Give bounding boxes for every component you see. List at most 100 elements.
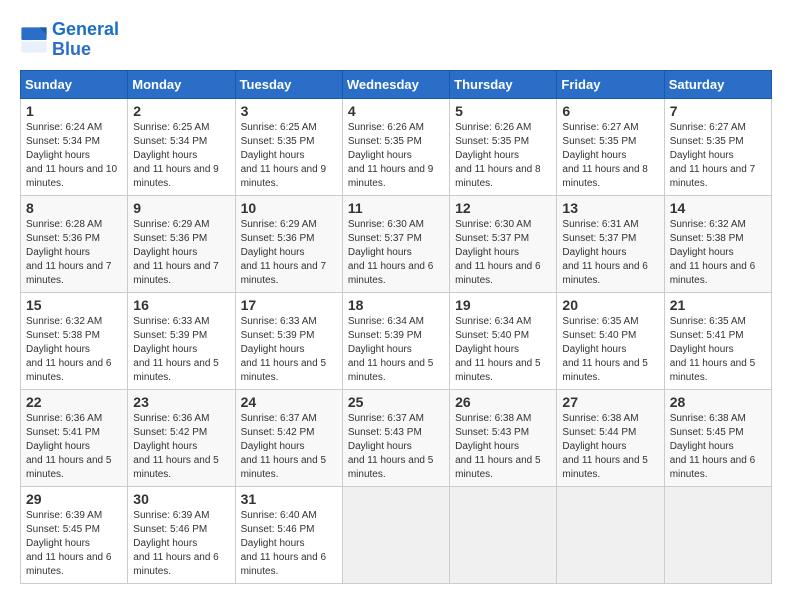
calendar-cell: 3 Sunrise: 6:25 AMSunset: 5:35 PMDayligh… <box>235 98 342 195</box>
calendar-cell: 21 Sunrise: 6:35 AMSunset: 5:41 PMDaylig… <box>664 292 771 389</box>
day-number: 5 <box>455 103 551 119</box>
day-header-friday: Friday <box>557 70 664 98</box>
day-number: 4 <box>348 103 444 119</box>
calendar-cell: 20 Sunrise: 6:35 AMSunset: 5:40 PMDaylig… <box>557 292 664 389</box>
cell-info: Sunrise: 6:33 AMSunset: 5:39 PMDaylight … <box>241 315 337 385</box>
day-number: 10 <box>241 200 337 216</box>
calendar-week-5: 29 Sunrise: 6:39 AMSunset: 5:45 PMDaylig… <box>21 486 772 583</box>
day-number: 19 <box>455 297 551 313</box>
day-number: 14 <box>670 200 766 216</box>
cell-info: Sunrise: 6:27 AMSunset: 5:35 PMDaylight … <box>562 121 658 191</box>
cell-info: Sunrise: 6:36 AMSunset: 5:42 PMDaylight … <box>133 412 229 482</box>
calendar-cell: 13 Sunrise: 6:31 AMSunset: 5:37 PMDaylig… <box>557 195 664 292</box>
day-number: 25 <box>348 394 444 410</box>
calendar-cell: 12 Sunrise: 6:30 AMSunset: 5:37 PMDaylig… <box>450 195 557 292</box>
calendar-cell <box>557 486 664 583</box>
calendar-cell: 16 Sunrise: 6:33 AMSunset: 5:39 PMDaylig… <box>128 292 235 389</box>
day-number: 2 <box>133 103 229 119</box>
day-number: 23 <box>133 394 229 410</box>
cell-info: Sunrise: 6:40 AMSunset: 5:46 PMDaylight … <box>241 509 337 579</box>
cell-info: Sunrise: 6:24 AMSunset: 5:34 PMDaylight … <box>26 121 122 191</box>
calendar-cell: 2 Sunrise: 6:25 AMSunset: 5:34 PMDayligh… <box>128 98 235 195</box>
day-number: 22 <box>26 394 122 410</box>
calendar-cell: 17 Sunrise: 6:33 AMSunset: 5:39 PMDaylig… <box>235 292 342 389</box>
day-number: 17 <box>241 297 337 313</box>
cell-info: Sunrise: 6:27 AMSunset: 5:35 PMDaylight … <box>670 121 766 191</box>
calendar-cell: 5 Sunrise: 6:26 AMSunset: 5:35 PMDayligh… <box>450 98 557 195</box>
calendar-cell: 6 Sunrise: 6:27 AMSunset: 5:35 PMDayligh… <box>557 98 664 195</box>
cell-info: Sunrise: 6:26 AMSunset: 5:35 PMDaylight … <box>348 121 444 191</box>
calendar-cell: 8 Sunrise: 6:28 AMSunset: 5:36 PMDayligh… <box>21 195 128 292</box>
cell-info: Sunrise: 6:28 AMSunset: 5:36 PMDaylight … <box>26 218 122 288</box>
logo-text: General Blue <box>52 20 119 60</box>
day-number: 31 <box>241 491 337 507</box>
day-number: 28 <box>670 394 766 410</box>
cell-info: Sunrise: 6:38 AMSunset: 5:44 PMDaylight … <box>562 412 658 482</box>
day-number: 24 <box>241 394 337 410</box>
calendar-cell: 26 Sunrise: 6:38 AMSunset: 5:43 PMDaylig… <box>450 389 557 486</box>
calendar-cell: 24 Sunrise: 6:37 AMSunset: 5:42 PMDaylig… <box>235 389 342 486</box>
day-number: 3 <box>241 103 337 119</box>
calendar-week-3: 15 Sunrise: 6:32 AMSunset: 5:38 PMDaylig… <box>21 292 772 389</box>
day-number: 21 <box>670 297 766 313</box>
cell-info: Sunrise: 6:32 AMSunset: 5:38 PMDaylight … <box>670 218 766 288</box>
logo: General Blue <box>20 20 119 60</box>
cell-info: Sunrise: 6:33 AMSunset: 5:39 PMDaylight … <box>133 315 229 385</box>
day-number: 8 <box>26 200 122 216</box>
calendar-week-4: 22 Sunrise: 6:36 AMSunset: 5:41 PMDaylig… <box>21 389 772 486</box>
day-number: 30 <box>133 491 229 507</box>
day-header-wednesday: Wednesday <box>342 70 449 98</box>
cell-info: Sunrise: 6:36 AMSunset: 5:41 PMDaylight … <box>26 412 122 482</box>
calendar-cell <box>342 486 449 583</box>
day-number: 11 <box>348 200 444 216</box>
calendar-cell: 14 Sunrise: 6:32 AMSunset: 5:38 PMDaylig… <box>664 195 771 292</box>
calendar-header: SundayMondayTuesdayWednesdayThursdayFrid… <box>21 70 772 98</box>
calendar-cell: 15 Sunrise: 6:32 AMSunset: 5:38 PMDaylig… <box>21 292 128 389</box>
cell-info: Sunrise: 6:30 AMSunset: 5:37 PMDaylight … <box>455 218 551 288</box>
cell-info: Sunrise: 6:38 AMSunset: 5:45 PMDaylight … <box>670 412 766 482</box>
day-number: 15 <box>26 297 122 313</box>
cell-info: Sunrise: 6:32 AMSunset: 5:38 PMDaylight … <box>26 315 122 385</box>
day-number: 13 <box>562 200 658 216</box>
calendar-cell: 27 Sunrise: 6:38 AMSunset: 5:44 PMDaylig… <box>557 389 664 486</box>
day-number: 1 <box>26 103 122 119</box>
cell-info: Sunrise: 6:34 AMSunset: 5:40 PMDaylight … <box>455 315 551 385</box>
cell-info: Sunrise: 6:30 AMSunset: 5:37 PMDaylight … <box>348 218 444 288</box>
day-number: 12 <box>455 200 551 216</box>
calendar-cell: 31 Sunrise: 6:40 AMSunset: 5:46 PMDaylig… <box>235 486 342 583</box>
day-header-saturday: Saturday <box>664 70 771 98</box>
cell-info: Sunrise: 6:34 AMSunset: 5:39 PMDaylight … <box>348 315 444 385</box>
calendar-cell: 25 Sunrise: 6:37 AMSunset: 5:43 PMDaylig… <box>342 389 449 486</box>
day-number: 18 <box>348 297 444 313</box>
calendar-cell <box>450 486 557 583</box>
cell-info: Sunrise: 6:31 AMSunset: 5:37 PMDaylight … <box>562 218 658 288</box>
cell-info: Sunrise: 6:37 AMSunset: 5:42 PMDaylight … <box>241 412 337 482</box>
cell-info: Sunrise: 6:26 AMSunset: 5:35 PMDaylight … <box>455 121 551 191</box>
cell-info: Sunrise: 6:29 AMSunset: 5:36 PMDaylight … <box>241 218 337 288</box>
day-number: 26 <box>455 394 551 410</box>
cell-info: Sunrise: 6:35 AMSunset: 5:41 PMDaylight … <box>670 315 766 385</box>
calendar-cell: 7 Sunrise: 6:27 AMSunset: 5:35 PMDayligh… <box>664 98 771 195</box>
calendar-cell: 4 Sunrise: 6:26 AMSunset: 5:35 PMDayligh… <box>342 98 449 195</box>
calendar-cell: 29 Sunrise: 6:39 AMSunset: 5:45 PMDaylig… <box>21 486 128 583</box>
calendar-cell: 19 Sunrise: 6:34 AMSunset: 5:40 PMDaylig… <box>450 292 557 389</box>
cell-info: Sunrise: 6:25 AMSunset: 5:35 PMDaylight … <box>241 121 337 191</box>
cell-info: Sunrise: 6:37 AMSunset: 5:43 PMDaylight … <box>348 412 444 482</box>
cell-info: Sunrise: 6:25 AMSunset: 5:34 PMDaylight … <box>133 121 229 191</box>
day-number: 7 <box>670 103 766 119</box>
logo-icon <box>20 26 48 54</box>
cell-info: Sunrise: 6:35 AMSunset: 5:40 PMDaylight … <box>562 315 658 385</box>
calendar-cell: 18 Sunrise: 6:34 AMSunset: 5:39 PMDaylig… <box>342 292 449 389</box>
cell-info: Sunrise: 6:39 AMSunset: 5:46 PMDaylight … <box>133 509 229 579</box>
day-number: 20 <box>562 297 658 313</box>
calendar-table: SundayMondayTuesdayWednesdayThursdayFrid… <box>20 70 772 584</box>
cell-info: Sunrise: 6:29 AMSunset: 5:36 PMDaylight … <box>133 218 229 288</box>
calendar-cell: 28 Sunrise: 6:38 AMSunset: 5:45 PMDaylig… <box>664 389 771 486</box>
cell-info: Sunrise: 6:39 AMSunset: 5:45 PMDaylight … <box>26 509 122 579</box>
day-header-sunday: Sunday <box>21 70 128 98</box>
calendar-cell: 9 Sunrise: 6:29 AMSunset: 5:36 PMDayligh… <box>128 195 235 292</box>
calendar-cell: 22 Sunrise: 6:36 AMSunset: 5:41 PMDaylig… <box>21 389 128 486</box>
calendar-cell <box>664 486 771 583</box>
calendar-cell: 10 Sunrise: 6:29 AMSunset: 5:36 PMDaylig… <box>235 195 342 292</box>
day-number: 16 <box>133 297 229 313</box>
